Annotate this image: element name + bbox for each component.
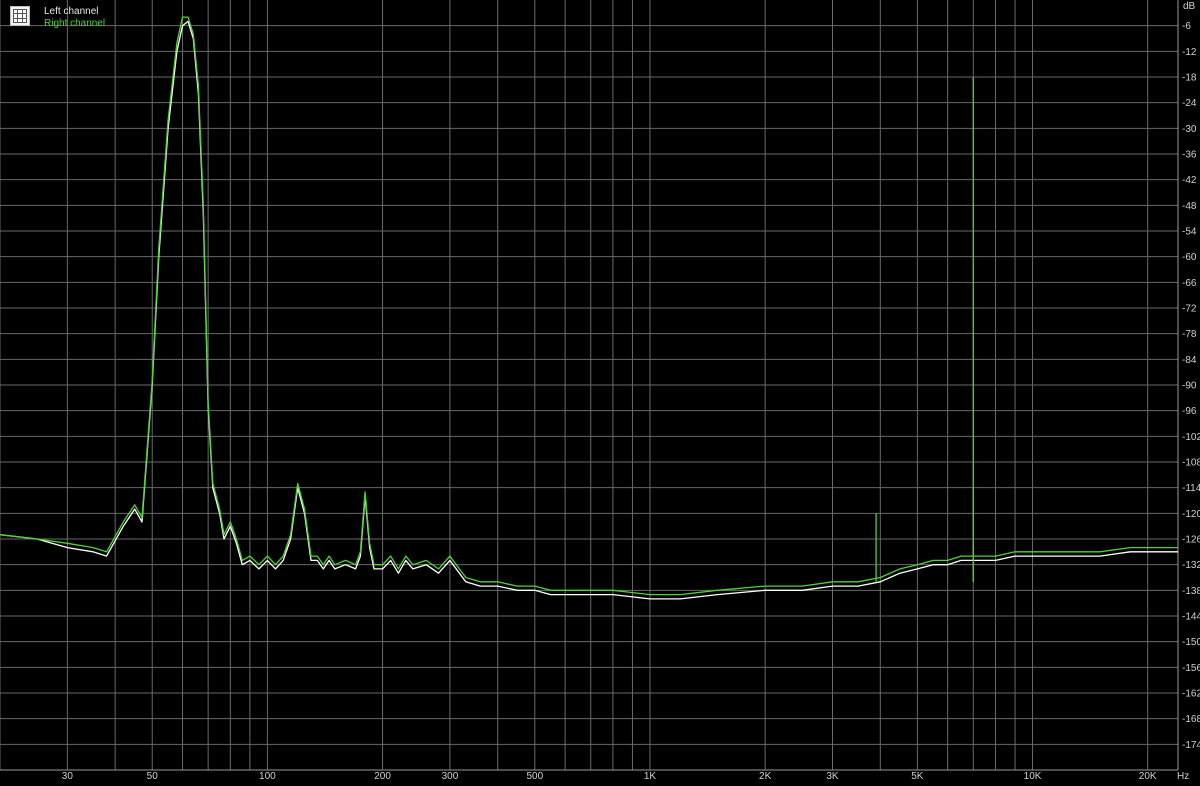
legend-labels: Left channel Right channel [44,6,105,30]
y-tick-label: -96 [1182,406,1197,417]
y-tick-label: -132 [1182,560,1200,571]
y-tick-label: -6 [1182,21,1191,32]
grid-icon [13,9,27,23]
y-unit-label: dB [1183,1,1196,12]
y-tick-label: -102 [1182,432,1200,443]
y-tick-label: -126 [1182,535,1200,546]
y-tick-label: -18 [1182,73,1197,84]
y-tick-label: -54 [1182,227,1197,238]
plot-background [0,0,1200,786]
y-tick-label: -30 [1182,124,1197,135]
legend-toggle-button[interactable] [10,6,30,26]
y-tick-label: -42 [1182,175,1197,186]
x-tick-label: 30 [62,771,74,782]
x-tick-label: 1K [644,771,657,782]
y-tick-label: -90 [1182,381,1197,392]
y-tick-label: -174 [1182,740,1200,751]
y-tick-label: -168 [1182,714,1200,725]
y-tick-label: -156 [1182,663,1200,674]
x-tick-label: 50 [147,771,159,782]
x-tick-label: 500 [526,771,543,782]
y-tick-label: -162 [1182,689,1200,700]
y-tick-label: -78 [1182,329,1197,340]
x-tick-label: 2K [759,771,772,782]
x-tick-label: 5K [911,771,924,782]
spectrum-plot: -6 -12 -18 -24 -30 -36 -42 -48 -54 -60 -66 -72 -78 -8… [0,0,1200,786]
y-tick-label: -66 [1182,278,1197,289]
y-tick-label: -138 [1182,586,1200,597]
x-tick-label: 3K [826,771,839,782]
y-tick-label: -108 [1182,458,1200,469]
y-tick-label: -24 [1182,98,1197,109]
y-tick-label: -48 [1182,201,1197,212]
x-tick-label: 300 [442,771,459,782]
y-tick-label: -72 [1182,304,1197,315]
y-tick-label: -114 [1182,483,1200,494]
x-tick-label: 20K [1139,771,1157,782]
y-tick-label: -144 [1182,612,1200,623]
legend-left-channel: Left channel [44,6,99,17]
y-tick-label: -150 [1182,637,1200,648]
x-tick-label: 10K [1024,771,1042,782]
y-tick-label: -36 [1182,150,1197,161]
x-tick-label: 100 [259,771,276,782]
legend-right-channel: Right channel [44,18,106,29]
y-tick-label: -120 [1182,509,1200,520]
y-tick-label: -60 [1182,252,1197,263]
y-tick-label: -12 [1182,47,1197,58]
x-tick-label: 200 [374,771,391,782]
y-tick-label: -84 [1182,355,1197,366]
x-unit-label: Hz [1177,771,1189,782]
legend: Left channel Right channel [10,6,105,29]
